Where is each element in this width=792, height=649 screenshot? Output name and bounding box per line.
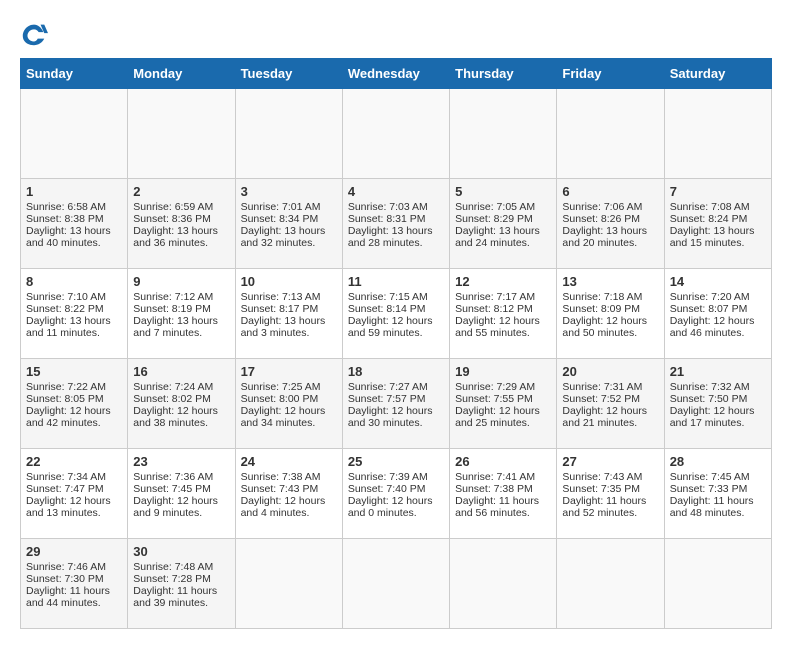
calendar-cell bbox=[235, 89, 342, 179]
day-number: 21 bbox=[670, 364, 766, 379]
calendar-cell: 8Sunrise: 7:10 AMSunset: 8:22 PMDaylight… bbox=[21, 269, 128, 359]
weekday-header: Monday bbox=[128, 59, 235, 89]
weekday-header: Wednesday bbox=[342, 59, 449, 89]
day-number: 11 bbox=[348, 274, 444, 289]
calendar-cell: 1Sunrise: 6:58 AMSunset: 8:38 PMDaylight… bbox=[21, 179, 128, 269]
calendar-cell bbox=[664, 89, 771, 179]
day-number: 7 bbox=[670, 184, 766, 199]
calendar-cell: 2Sunrise: 6:59 AMSunset: 8:36 PMDaylight… bbox=[128, 179, 235, 269]
calendar-cell: 12Sunrise: 7:17 AMSunset: 8:12 PMDayligh… bbox=[450, 269, 557, 359]
calendar-cell bbox=[557, 539, 664, 629]
calendar-cell: 14Sunrise: 7:20 AMSunset: 8:07 PMDayligh… bbox=[664, 269, 771, 359]
day-number: 14 bbox=[670, 274, 766, 289]
day-number: 4 bbox=[348, 184, 444, 199]
day-number: 8 bbox=[26, 274, 122, 289]
calendar-cell: 6Sunrise: 7:06 AMSunset: 8:26 PMDaylight… bbox=[557, 179, 664, 269]
calendar-cell: 21Sunrise: 7:32 AMSunset: 7:50 PMDayligh… bbox=[664, 359, 771, 449]
calendar-cell bbox=[21, 89, 128, 179]
calendar-week-row: 22Sunrise: 7:34 AMSunset: 7:47 PMDayligh… bbox=[21, 449, 772, 539]
calendar-cell bbox=[342, 539, 449, 629]
calendar-week-row bbox=[21, 89, 772, 179]
day-number: 2 bbox=[133, 184, 229, 199]
weekday-header: Saturday bbox=[664, 59, 771, 89]
day-number: 10 bbox=[241, 274, 337, 289]
calendar-cell: 29Sunrise: 7:46 AMSunset: 7:30 PMDayligh… bbox=[21, 539, 128, 629]
day-number: 5 bbox=[455, 184, 551, 199]
calendar-cell: 4Sunrise: 7:03 AMSunset: 8:31 PMDaylight… bbox=[342, 179, 449, 269]
calendar-cell bbox=[450, 89, 557, 179]
day-number: 19 bbox=[455, 364, 551, 379]
weekday-header: Friday bbox=[557, 59, 664, 89]
day-number: 12 bbox=[455, 274, 551, 289]
day-number: 15 bbox=[26, 364, 122, 379]
calendar-cell: 20Sunrise: 7:31 AMSunset: 7:52 PMDayligh… bbox=[557, 359, 664, 449]
calendar-table: SundayMondayTuesdayWednesdayThursdayFrid… bbox=[20, 58, 772, 629]
calendar-cell: 25Sunrise: 7:39 AMSunset: 7:40 PMDayligh… bbox=[342, 449, 449, 539]
calendar-cell: 23Sunrise: 7:36 AMSunset: 7:45 PMDayligh… bbox=[128, 449, 235, 539]
day-number: 23 bbox=[133, 454, 229, 469]
day-number: 25 bbox=[348, 454, 444, 469]
calendar-cell: 5Sunrise: 7:05 AMSunset: 8:29 PMDaylight… bbox=[450, 179, 557, 269]
calendar-body: 1Sunrise: 6:58 AMSunset: 8:38 PMDaylight… bbox=[21, 89, 772, 629]
calendar-cell bbox=[128, 89, 235, 179]
calendar-week-row: 29Sunrise: 7:46 AMSunset: 7:30 PMDayligh… bbox=[21, 539, 772, 629]
logo-icon bbox=[20, 20, 48, 48]
calendar-cell: 28Sunrise: 7:45 AMSunset: 7:33 PMDayligh… bbox=[664, 449, 771, 539]
day-number: 13 bbox=[562, 274, 658, 289]
calendar-cell: 18Sunrise: 7:27 AMSunset: 7:57 PMDayligh… bbox=[342, 359, 449, 449]
calendar-cell: 22Sunrise: 7:34 AMSunset: 7:47 PMDayligh… bbox=[21, 449, 128, 539]
weekday-header: Sunday bbox=[21, 59, 128, 89]
calendar-cell bbox=[235, 539, 342, 629]
day-number: 28 bbox=[670, 454, 766, 469]
calendar-cell: 9Sunrise: 7:12 AMSunset: 8:19 PMDaylight… bbox=[128, 269, 235, 359]
calendar-cell: 11Sunrise: 7:15 AMSunset: 8:14 PMDayligh… bbox=[342, 269, 449, 359]
day-number: 29 bbox=[26, 544, 122, 559]
page-header bbox=[20, 20, 772, 48]
day-number: 18 bbox=[348, 364, 444, 379]
day-number: 24 bbox=[241, 454, 337, 469]
calendar-cell: 15Sunrise: 7:22 AMSunset: 8:05 PMDayligh… bbox=[21, 359, 128, 449]
logo bbox=[20, 20, 52, 48]
calendar-cell bbox=[342, 89, 449, 179]
calendar-cell: 26Sunrise: 7:41 AMSunset: 7:38 PMDayligh… bbox=[450, 449, 557, 539]
calendar-cell: 27Sunrise: 7:43 AMSunset: 7:35 PMDayligh… bbox=[557, 449, 664, 539]
day-number: 6 bbox=[562, 184, 658, 199]
day-number: 17 bbox=[241, 364, 337, 379]
day-number: 22 bbox=[26, 454, 122, 469]
day-number: 20 bbox=[562, 364, 658, 379]
calendar-header: SundayMondayTuesdayWednesdayThursdayFrid… bbox=[21, 59, 772, 89]
day-number: 26 bbox=[455, 454, 551, 469]
calendar-cell: 13Sunrise: 7:18 AMSunset: 8:09 PMDayligh… bbox=[557, 269, 664, 359]
day-number: 1 bbox=[26, 184, 122, 199]
day-number: 16 bbox=[133, 364, 229, 379]
calendar-week-row: 1Sunrise: 6:58 AMSunset: 8:38 PMDaylight… bbox=[21, 179, 772, 269]
calendar-cell: 24Sunrise: 7:38 AMSunset: 7:43 PMDayligh… bbox=[235, 449, 342, 539]
calendar-cell: 30Sunrise: 7:48 AMSunset: 7:28 PMDayligh… bbox=[128, 539, 235, 629]
day-number: 3 bbox=[241, 184, 337, 199]
calendar-cell bbox=[664, 539, 771, 629]
weekday-header: Tuesday bbox=[235, 59, 342, 89]
calendar-cell: 17Sunrise: 7:25 AMSunset: 8:00 PMDayligh… bbox=[235, 359, 342, 449]
calendar-cell: 7Sunrise: 7:08 AMSunset: 8:24 PMDaylight… bbox=[664, 179, 771, 269]
calendar-cell: 19Sunrise: 7:29 AMSunset: 7:55 PMDayligh… bbox=[450, 359, 557, 449]
weekday-header: Thursday bbox=[450, 59, 557, 89]
calendar-week-row: 8Sunrise: 7:10 AMSunset: 8:22 PMDaylight… bbox=[21, 269, 772, 359]
header-row: SundayMondayTuesdayWednesdayThursdayFrid… bbox=[21, 59, 772, 89]
day-number: 27 bbox=[562, 454, 658, 469]
calendar-cell: 16Sunrise: 7:24 AMSunset: 8:02 PMDayligh… bbox=[128, 359, 235, 449]
calendar-cell bbox=[557, 89, 664, 179]
day-number: 9 bbox=[133, 274, 229, 289]
calendar-cell: 3Sunrise: 7:01 AMSunset: 8:34 PMDaylight… bbox=[235, 179, 342, 269]
calendar-week-row: 15Sunrise: 7:22 AMSunset: 8:05 PMDayligh… bbox=[21, 359, 772, 449]
calendar-cell bbox=[450, 539, 557, 629]
day-number: 30 bbox=[133, 544, 229, 559]
calendar-cell: 10Sunrise: 7:13 AMSunset: 8:17 PMDayligh… bbox=[235, 269, 342, 359]
